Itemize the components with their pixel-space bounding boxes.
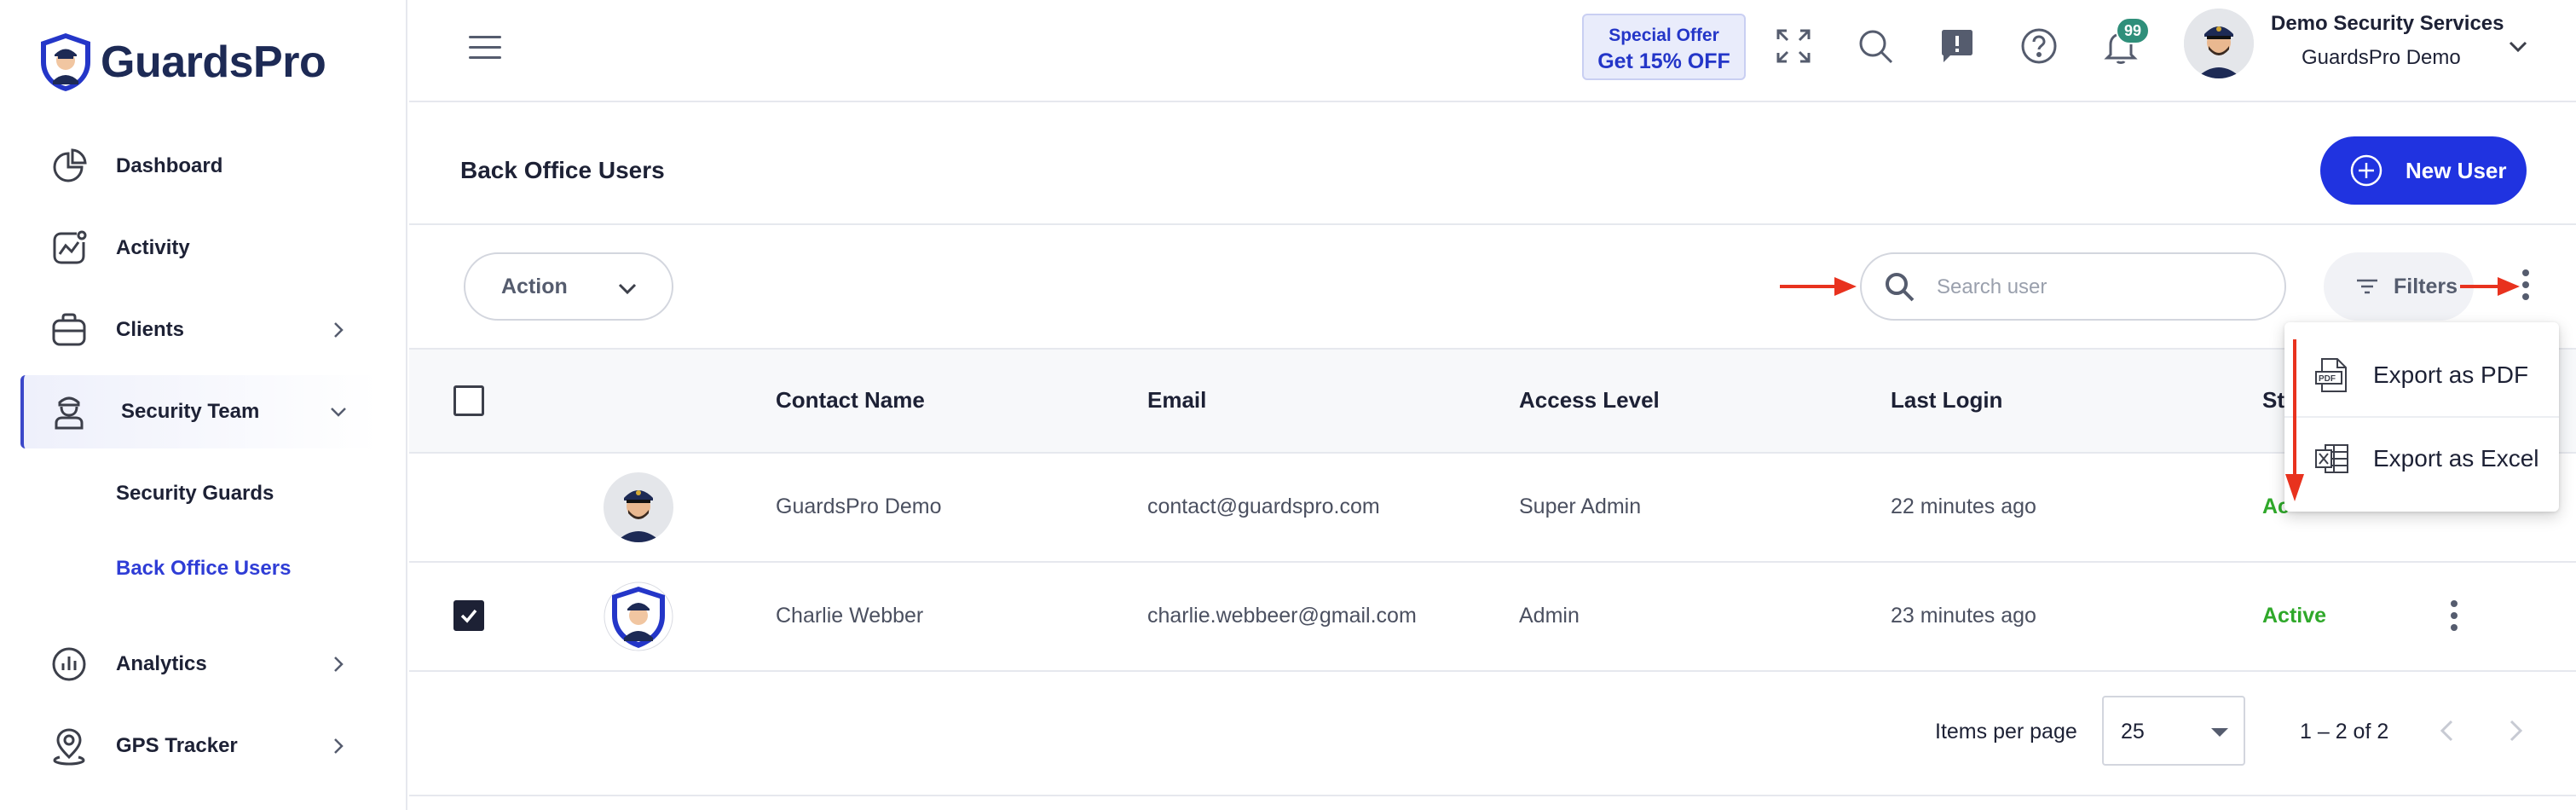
chevron-down-icon[interactable] xyxy=(2506,34,2530,58)
brand-logo[interactable]: GuardsPro xyxy=(38,31,326,94)
search-user-input[interactable] xyxy=(1937,269,2261,305)
export-excel-menu-item[interactable]: Export as Excel xyxy=(2284,418,2559,500)
previous-page-icon[interactable] xyxy=(2431,715,2463,747)
last-login-cell: 22 minutes ago xyxy=(1891,495,2036,518)
action-label: Action xyxy=(501,275,568,298)
items-per-page-select[interactable]: 25 xyxy=(2102,696,2245,766)
sidebar-item-label: Clients xyxy=(116,318,185,341)
table-header: Contact Name Email Access Level Last Log… xyxy=(409,348,2576,454)
company-name: Demo Security Services xyxy=(2271,12,2504,35)
sidebar-item-dashboard[interactable]: Dashboard xyxy=(20,130,378,203)
sidebar-item-label: Security Team xyxy=(121,400,260,423)
page-range-label: 1 – 2 of 2 xyxy=(2300,720,2389,743)
status-badge: Active xyxy=(2262,604,2327,628)
plus-circle-icon xyxy=(2350,154,2383,187)
export-menu: PDF Export as PDF Export as Excel xyxy=(2284,322,2559,512)
sidebar-item-label: GPS Tracker xyxy=(116,734,238,757)
user-name: GuardsPro Demo xyxy=(2302,46,2461,69)
access-level-cell: Super Admin xyxy=(1519,495,1642,518)
new-user-label: New User xyxy=(2406,157,2507,183)
access-level-cell: Admin xyxy=(1519,604,1580,628)
select-all-checkbox[interactable] xyxy=(453,385,484,416)
notification-count-badge: 99 xyxy=(2116,17,2150,44)
chevron-down-icon xyxy=(618,283,637,295)
avatar xyxy=(604,472,673,542)
search-field xyxy=(1860,252,2286,321)
sidebar: GuardsPro Dashboard Activity Clients Sec… xyxy=(0,0,407,810)
filter-icon xyxy=(2357,279,2377,294)
menu-toggle-icon[interactable] xyxy=(469,32,503,63)
column-header[interactable]: St xyxy=(2262,387,2284,414)
row-more-options-icon[interactable] xyxy=(2448,597,2460,634)
checkmark-icon xyxy=(460,609,477,623)
dropdown-arrow-icon xyxy=(2211,728,2228,737)
map-pin-icon xyxy=(49,726,89,766)
sidebar-item-label: Analytics xyxy=(116,652,207,675)
next-page-icon[interactable] xyxy=(2499,715,2532,747)
sidebar-item-gps-tracker[interactable]: GPS Tracker xyxy=(20,709,378,783)
svg-text:PDF: PDF xyxy=(2319,374,2336,384)
email-cell: charlie.webbeer@gmail.com xyxy=(1147,604,1417,628)
sidebar-item-label: Dashboard xyxy=(116,154,223,177)
contact-name-cell: GuardsPro Demo xyxy=(776,495,942,518)
column-header[interactable]: Email xyxy=(1147,387,1206,414)
annotation-arrow-right-icon xyxy=(1780,277,1857,296)
help-icon[interactable] xyxy=(2019,26,2059,67)
export-excel-label: Export as Excel xyxy=(2373,445,2539,472)
offer-title: Special Offer xyxy=(1609,26,1719,45)
contact-name-cell: Charlie Webber xyxy=(776,604,924,628)
briefcase-icon xyxy=(49,310,89,350)
search-icon[interactable] xyxy=(1855,26,1896,67)
pdf-file-icon: PDF xyxy=(2315,358,2347,392)
chevron-down-icon xyxy=(331,408,346,417)
avatar xyxy=(604,581,673,651)
table-row[interactable]: GuardsPro Demo contact@guardspro.com Sup… xyxy=(409,454,2576,563)
email-cell: contact@guardspro.com xyxy=(1147,495,1380,518)
guard-shield-logo-icon xyxy=(41,33,90,91)
search-icon xyxy=(1886,273,1915,302)
top-bar: Special Offer Get 15% OFF 99 Demo Securi… xyxy=(409,0,2576,102)
chevron-right-icon xyxy=(334,322,344,338)
action-dropdown[interactable]: Action xyxy=(464,252,673,321)
feedback-icon[interactable] xyxy=(1937,26,1978,67)
page-title: Back Office Users xyxy=(460,157,665,183)
avatar[interactable] xyxy=(2184,9,2254,78)
sidebar-item-activity[interactable]: Activity xyxy=(20,211,378,285)
sidebar-item-analytics[interactable]: Analytics xyxy=(20,628,378,701)
sidebar-item-clients[interactable]: Clients xyxy=(20,293,378,367)
row-checkbox[interactable] xyxy=(453,600,484,631)
column-header[interactable]: Last Login xyxy=(1891,387,2002,414)
filters-button[interactable]: Filters xyxy=(2324,252,2474,321)
excel-file-icon xyxy=(2315,444,2348,473)
special-offer-button[interactable]: Special Offer Get 15% OFF xyxy=(1582,14,1746,80)
last-login-cell: 23 minutes ago xyxy=(1891,604,2036,628)
export-pdf-menu-item[interactable]: PDF Export as PDF xyxy=(2284,334,2559,416)
sidebar-item-label: Activity xyxy=(116,236,190,259)
divider xyxy=(409,795,2576,796)
column-header[interactable]: Contact Name xyxy=(776,387,925,414)
annotation-arrow-down-icon xyxy=(2285,339,2304,501)
pie-chart-icon xyxy=(49,147,89,186)
analytics-icon xyxy=(49,645,89,684)
brand-name: GuardsPro xyxy=(101,38,326,87)
new-user-button[interactable]: New User xyxy=(2320,136,2527,205)
sidebar-subitem-back-office-users[interactable]: Back Office Users xyxy=(116,557,291,581)
table-row[interactable]: Charlie Webber charlie.webbeer@gmail.com… xyxy=(409,563,2576,672)
chevron-right-icon xyxy=(334,657,344,672)
fullscreen-icon[interactable] xyxy=(1773,26,1814,67)
export-pdf-label: Export as PDF xyxy=(2373,362,2529,388)
sidebar-subitem-security-guards[interactable]: Security Guards xyxy=(116,482,274,506)
column-header[interactable]: Access Level xyxy=(1519,387,1660,414)
guard-icon xyxy=(49,392,89,431)
activity-icon xyxy=(49,229,89,268)
items-per-page-value: 25 xyxy=(2121,720,2145,743)
sidebar-item-security-team[interactable]: Security Team xyxy=(20,375,378,448)
offer-discount: Get 15% OFF xyxy=(1597,49,1730,73)
items-per-page-label: Items per page xyxy=(1935,720,2077,743)
annotation-arrow-right-icon xyxy=(2460,277,2520,296)
chevron-right-icon xyxy=(334,738,344,754)
divider xyxy=(409,223,2576,225)
filters-label: Filters xyxy=(2394,274,2458,298)
